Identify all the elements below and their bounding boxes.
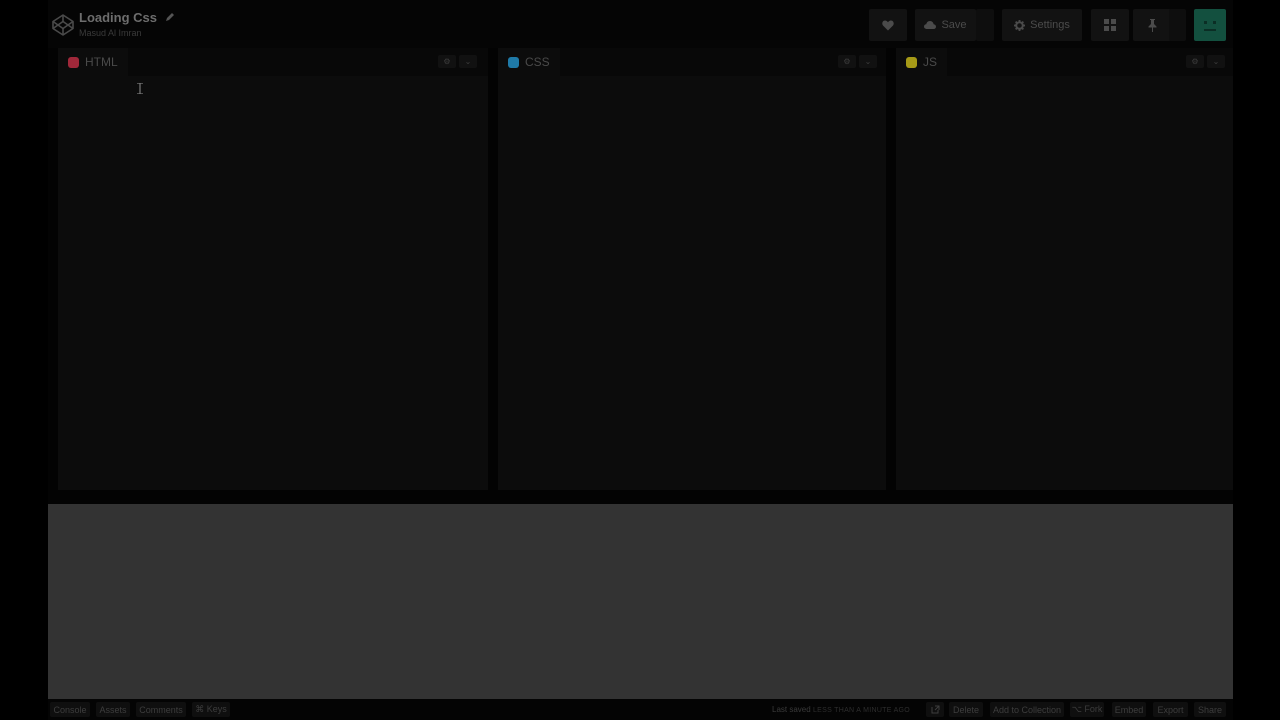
last-saved-label: Last saved: [772, 705, 811, 714]
html-editor-label: HTML: [85, 55, 118, 69]
result-preview-pane[interactable]: [48, 504, 1233, 699]
pen-author[interactable]: Masud Al Imran: [79, 28, 175, 38]
html-editor-tab[interactable]: HTML: [58, 48, 128, 76]
last-saved-time: LESS THAN A MINUTE AGO: [812, 707, 911, 714]
save-button[interactable]: Save: [915, 9, 976, 41]
js-editor-header: JS ⚙ ⌄: [896, 48, 1233, 76]
js-editor-collapse-icon[interactable]: ⌄: [1207, 55, 1225, 68]
settings-label: Settings: [1030, 19, 1070, 31]
pencil-icon[interactable]: [165, 12, 175, 25]
css-editor-panel[interactable]: CSS ⚙ ⌄: [498, 48, 886, 490]
html-editor-collapse-icon[interactable]: ⌄: [459, 55, 477, 68]
css-editor-header: CSS ⚙ ⌄: [498, 48, 886, 76]
css-editor-collapse-icon[interactable]: ⌄: [859, 55, 877, 68]
css-editor-settings-icon[interactable]: ⚙: [838, 55, 856, 68]
js-editor-tab[interactable]: JS: [896, 48, 948, 76]
editor-resizer[interactable]: [886, 48, 896, 490]
last-saved-status: Last saved LESS THAN A MINUTE AGO: [772, 705, 910, 714]
js-editor-label: JS: [923, 55, 938, 69]
share-button[interactable]: Share: [1194, 702, 1226, 717]
save-options-button[interactable]: [976, 9, 994, 41]
pinned-items-button[interactable]: [1169, 9, 1186, 41]
header-bar: Loading Css Masud Al Imran Save Settings: [48, 0, 1233, 48]
html-editor-settings-icon[interactable]: ⚙: [438, 55, 456, 68]
love-button[interactable]: [869, 9, 907, 41]
text-cursor-icon: [137, 81, 143, 95]
add-to-collection-button[interactable]: Add to Collection: [990, 702, 1064, 717]
export-button[interactable]: Export: [1153, 702, 1188, 717]
pin-icon: [1148, 18, 1157, 32]
embed-button[interactable]: Embed: [1112, 702, 1146, 717]
fork-button[interactable]: ⌥ Fork: [1070, 702, 1104, 717]
css-editor-label: CSS: [525, 55, 550, 69]
css-language-icon: [508, 56, 519, 68]
css-editor-tab[interactable]: CSS: [498, 48, 560, 76]
js-editor-settings-icon[interactable]: ⚙: [1186, 55, 1204, 68]
save-label: Save: [941, 19, 967, 31]
pen-title[interactable]: Loading Css: [79, 10, 157, 25]
html-editor-header: HTML ⚙ ⌄: [58, 48, 488, 76]
codepen-editor-app: Loading Css Masud Al Imran Save Settings…: [48, 0, 1233, 720]
editor-resizer[interactable]: [488, 48, 498, 490]
delete-button[interactable]: Delete: [949, 702, 983, 717]
open-external-icon[interactable]: [926, 702, 944, 717]
footer-bar: Console Assets Comments ⌘ Keys Last save…: [48, 699, 1233, 720]
keys-button[interactable]: ⌘ Keys: [192, 702, 230, 717]
html-language-icon: [68, 56, 79, 68]
heart-icon: [882, 20, 894, 31]
cloud-icon: [924, 21, 937, 29]
user-avatar[interactable]: [1194, 9, 1226, 41]
settings-button[interactable]: Settings: [1002, 9, 1082, 41]
assets-button[interactable]: Assets: [96, 702, 130, 717]
layout-grid-icon: [1104, 19, 1116, 31]
html-editor-panel[interactable]: HTML ⚙ ⌄: [58, 48, 488, 490]
js-language-icon: [906, 56, 917, 68]
pen-title-block: Loading Css Masud Al Imran: [79, 9, 175, 38]
js-editor-panel[interactable]: JS ⚙ ⌄: [896, 48, 1233, 490]
console-button[interactable]: Console: [50, 702, 90, 717]
codepen-logo-icon[interactable]: [51, 13, 75, 37]
change-view-button[interactable]: [1091, 9, 1129, 41]
gear-icon: [1014, 19, 1026, 31]
pin-button[interactable]: [1133, 9, 1171, 41]
comments-button[interactable]: Comments: [136, 702, 186, 717]
